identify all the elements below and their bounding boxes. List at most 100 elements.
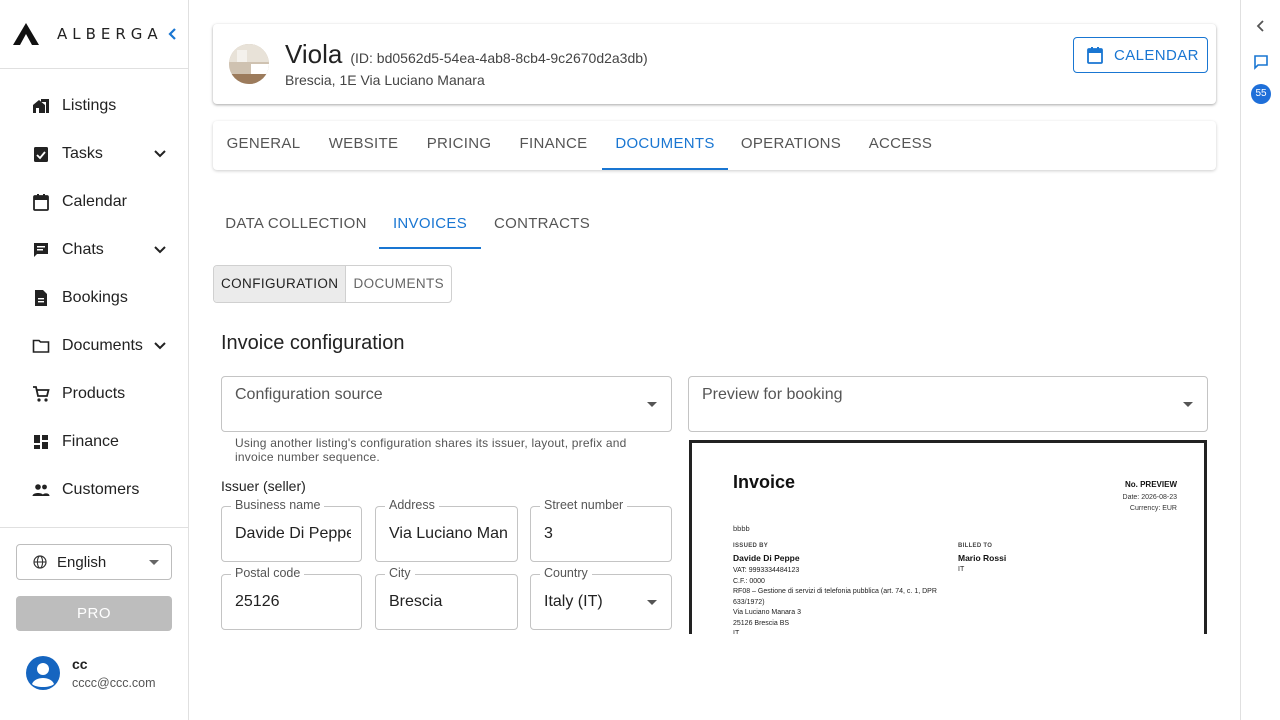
sidebar-item-products[interactable]: Products <box>0 370 188 418</box>
toggle-documents[interactable]: DOCUMENTS <box>346 266 451 302</box>
chevron-down-icon[interactable] <box>151 145 169 163</box>
postal-code-value: 25126 <box>235 593 280 610</box>
alberga-logo-icon <box>13 23 39 45</box>
cart-icon <box>33 386 50 402</box>
user-name: cc <box>72 656 88 672</box>
section-title: Invoice configuration <box>221 332 405 354</box>
configuration-source-helper: Using another listing's configuration sh… <box>235 436 627 464</box>
preview-booking-label: Preview for booking <box>702 386 843 403</box>
sidebar-item-label: Chats <box>62 241 104 258</box>
business-name-field[interactable]: Business name Davide Di Peppe <box>221 498 362 562</box>
country-label: Country <box>540 566 592 580</box>
chevron-down-icon[interactable] <box>151 337 169 355</box>
invoice-view-toggle: CONFIGURATION DOCUMENTS <box>213 265 453 303</box>
issuer-city: 25126 Brescia BS <box>733 619 790 627</box>
chat-icon[interactable] <box>1253 54 1269 70</box>
invoice-note: bbbb <box>733 524 750 533</box>
chevron-down-icon[interactable] <box>151 241 169 259</box>
chevron-left-icon[interactable] <box>1254 19 1268 33</box>
listing-id: (ID: bd0562d5-54ea-4ab8-8cb4-9c2670d2a3d… <box>350 50 648 66</box>
postal-code-field[interactable]: Postal code 25126 <box>221 566 362 630</box>
city-value: Brescia <box>389 593 443 610</box>
city-field[interactable]: City Brescia <box>375 566 518 630</box>
invoice-title: Invoice <box>733 472 796 492</box>
listing-name: Viola <box>285 39 343 69</box>
tab-operations[interactable]: OPERATIONS <box>728 121 854 170</box>
sidebar-item-label: Listings <box>62 97 117 114</box>
subtab-data-collection[interactable]: DATA COLLECTION <box>213 201 379 249</box>
sidebar-item-calendar[interactable]: Calendar <box>0 178 188 226</box>
invoice-currency: Currency: EUR <box>1129 505 1177 512</box>
postal-code-label: Postal code <box>231 566 305 580</box>
street-number-value: 3 <box>544 525 553 542</box>
calendar-button-label: CALENDAR <box>1114 46 1199 64</box>
billed-country: IT <box>958 566 965 573</box>
tab-pricing[interactable]: PRICING <box>413 121 505 170</box>
invoice-preview: Invoice No. PREVIEW Date: 2026-08-23 Cur… <box>689 440 1207 634</box>
configuration-source-select[interactable]: Configuration source <box>221 376 672 432</box>
sidebar-item-label: Bookings <box>62 289 128 306</box>
calendar-button[interactable]: CALENDAR <box>1073 37 1208 73</box>
city-label: City <box>385 566 415 580</box>
configuration-source-label: Configuration source <box>235 386 383 403</box>
sidebar-item-label: Products <box>62 385 126 402</box>
sidebar-item-documents[interactable]: Documents <box>0 322 188 370</box>
listing-header: Viola (ID: bd0562d5-54ea-4ab8-8cb4-9c267… <box>213 24 1216 104</box>
sidebar-item-finance[interactable]: Finance <box>0 418 188 466</box>
business-name-value: Davide Di Peppe <box>235 525 351 542</box>
dropdown-arrow-icon <box>1183 402 1193 407</box>
chat-icon <box>34 243 48 257</box>
billed-to-heading: BILLED TO <box>958 543 993 549</box>
tab-access[interactable]: ACCESS <box>854 121 947 170</box>
listing-photo-icon <box>229 44 269 84</box>
billed-name: Mario Rossi <box>958 553 1007 563</box>
document-icon <box>35 290 47 306</box>
tab-website[interactable]: WEBSITE <box>314 121 413 170</box>
issuer-vat: VAT: 9993334484123 <box>733 567 800 574</box>
address-field[interactable]: Address Via Luciano Manara <box>375 498 518 562</box>
listing-avatar <box>229 44 269 84</box>
language-select[interactable]: English <box>16 544 172 580</box>
dropdown-arrow-icon <box>149 560 159 565</box>
sidebar: ALBERGA Listings Tasks Calendar Chats Bo… <box>0 0 189 720</box>
street-number-field[interactable]: Street number 3 <box>530 498 672 562</box>
preview-booking-select[interactable]: Preview for booking <box>688 376 1208 432</box>
sidebar-item-label: Calendar <box>62 193 127 210</box>
sidebar-item-label: Tasks <box>62 145 103 162</box>
issued-by-heading: ISSUED BY <box>733 543 769 549</box>
tab-general[interactable]: GENERAL <box>213 121 314 170</box>
invoice-number: No. PREVIEW <box>1124 480 1177 489</box>
user-email: cccc@ccc.com <box>72 676 156 690</box>
business-name-label: Business name <box>231 498 325 512</box>
sidebar-item-listings[interactable]: Listings <box>0 82 188 130</box>
notification-badge[interactable]: 55 <box>1251 84 1271 104</box>
issuer-country: IT <box>733 630 740 634</box>
listing-address: Brescia, 1E Via Luciano Manara <box>285 72 485 88</box>
brand-name: ALBERGA <box>57 25 163 43</box>
country-select[interactable]: Country Italy (IT) <box>530 566 672 630</box>
issuer-section-label: Issuer (seller) <box>221 478 306 494</box>
subtab-invoices[interactable]: INVOICES <box>379 201 481 249</box>
tab-finance[interactable]: FINANCE <box>505 121 602 170</box>
sidebar-nav: Listings Tasks Calendar Chats Bookings D… <box>0 69 188 514</box>
address-label: Address <box>385 498 439 512</box>
sidebar-item-chats[interactable]: Chats <box>0 226 188 274</box>
user-profile[interactable]: cc cccc@ccc.com <box>26 656 156 690</box>
sidebar-item-tasks[interactable]: Tasks <box>0 130 188 178</box>
tab-documents[interactable]: DOCUMENTS <box>602 121 728 170</box>
collapse-sidebar-icon[interactable] <box>164 25 182 43</box>
language-select-value: English <box>57 553 107 571</box>
toggle-configuration[interactable]: CONFIGURATION <box>214 266 347 302</box>
issuer-cf: C.F.: 0000 <box>733 577 765 585</box>
sidebar-item-customers[interactable]: Customers <box>0 466 188 514</box>
sidebar-item-label: Documents <box>62 337 143 354</box>
globe-icon <box>33 555 47 569</box>
pro-button[interactable]: PRO <box>16 596 172 631</box>
subtab-contracts[interactable]: CONTRACTS <box>481 201 603 249</box>
right-rail: 55 <box>1240 0 1280 720</box>
sidebar-item-label: Finance <box>62 433 119 450</box>
address-value: Via Luciano Manara <box>389 525 507 542</box>
people-icon <box>32 484 50 496</box>
dropdown-arrow-icon <box>647 402 657 407</box>
sidebar-item-bookings[interactable]: Bookings <box>0 274 188 322</box>
